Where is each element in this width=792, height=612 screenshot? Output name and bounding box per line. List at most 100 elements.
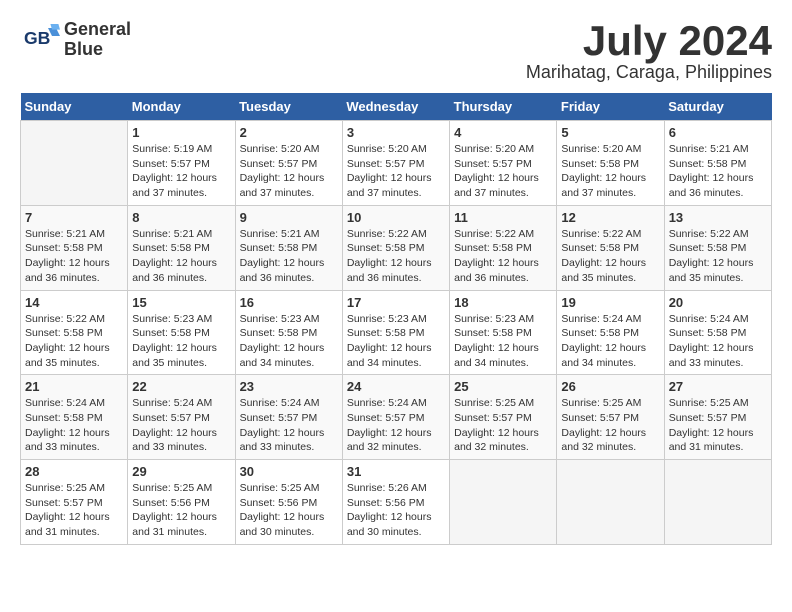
table-row: 12Sunrise: 5:22 AMSunset: 5:58 PMDayligh… — [557, 205, 664, 290]
table-row: 13 Sunrise: 5:22 AMSunset: 5:58 PMDayligh… — [664, 205, 771, 290]
day-detail: Sunrise: 5:20 AMSunset: 5:57 PMDaylight:… — [454, 142, 552, 201]
day-detail: Sunrise: 5:24 AMSunset: 5:58 PMDaylight:… — [669, 312, 767, 371]
calendar-week-3: 14Sunrise: 5:22 AMSunset: 5:58 PMDayligh… — [21, 290, 772, 375]
day-detail: Sunrise: 5:20 AMSunset: 5:57 PMDaylight:… — [240, 142, 338, 201]
table-row: 16 Sunrise: 5:23 AMSunset: 5:58 PMDayligh… — [235, 290, 342, 375]
table-row — [557, 460, 664, 545]
day-number: 16 — [240, 295, 338, 310]
day-detail: Sunrise: 5:19 AMSunset: 5:57 PMDaylight:… — [132, 142, 230, 201]
table-row: 14Sunrise: 5:22 AMSunset: 5:58 PMDayligh… — [21, 290, 128, 375]
day-detail: Sunrise: 5:25 AMSunset: 5:57 PMDaylight:… — [561, 396, 659, 455]
day-number: 2 — [240, 125, 338, 140]
calendar-week-4: 21Sunrise: 5:24 AMSunset: 5:58 PMDayligh… — [21, 375, 772, 460]
table-row: 3 Sunrise: 5:20 AMSunset: 5:57 PMDaylight… — [342, 121, 449, 206]
table-row: 17 Sunrise: 5:23 AMSunset: 5:58 PMDayligh… — [342, 290, 449, 375]
day-detail: Sunrise: 5:23 AMSunset: 5:58 PMDaylight:… — [347, 312, 445, 371]
logo: G B General Blue — [20, 20, 131, 60]
header-monday: Monday — [128, 93, 235, 121]
day-number: 19 — [561, 295, 659, 310]
table-row — [450, 460, 557, 545]
header-tuesday: Tuesday — [235, 93, 342, 121]
table-row: 6 Sunrise: 5:21 AMSunset: 5:58 PMDaylight… — [664, 121, 771, 206]
day-detail: Sunrise: 5:23 AMSunset: 5:58 PMDaylight:… — [240, 312, 338, 371]
day-detail: Sunrise: 5:21 AMSunset: 5:58 PMDaylight:… — [240, 227, 338, 286]
day-detail: Sunrise: 5:21 AMSunset: 5:58 PMDaylight:… — [25, 227, 123, 286]
day-number: 1 — [132, 125, 230, 140]
table-row: 10 Sunrise: 5:22 AMSunset: 5:58 PMDayligh… — [342, 205, 449, 290]
day-number: 28 — [25, 464, 123, 479]
table-row: 31 Sunrise: 5:26 AMSunset: 5:56 PMDayligh… — [342, 460, 449, 545]
day-number: 20 — [669, 295, 767, 310]
logo-line2: Blue — [64, 40, 131, 60]
day-detail: Sunrise: 5:25 AMSunset: 5:57 PMDaylight:… — [25, 481, 123, 540]
day-detail: Sunrise: 5:24 AMSunset: 5:57 PMDaylight:… — [347, 396, 445, 455]
day-detail: Sunrise: 5:20 AMSunset: 5:58 PMDaylight:… — [561, 142, 659, 201]
day-detail: Sunrise: 5:22 AMSunset: 5:58 PMDaylight:… — [669, 227, 767, 286]
day-detail: Sunrise: 5:25 AMSunset: 5:56 PMDaylight:… — [132, 481, 230, 540]
day-number: 15 — [132, 295, 230, 310]
location-title: Marihatag, Caraga, Philippines — [526, 62, 772, 83]
table-row: 11Sunrise: 5:22 AMSunset: 5:58 PMDayligh… — [450, 205, 557, 290]
day-number: 9 — [240, 210, 338, 225]
table-row: 23 Sunrise: 5:24 AMSunset: 5:57 PMDayligh… — [235, 375, 342, 460]
logo-line1: General — [64, 20, 131, 40]
calendar-table: Sunday Monday Tuesday Wednesday Thursday… — [20, 93, 772, 545]
day-detail: Sunrise: 5:21 AMSunset: 5:58 PMDaylight:… — [132, 227, 230, 286]
table-row: 1 Sunrise: 5:19 AMSunset: 5:57 PMDaylight… — [128, 121, 235, 206]
day-number: 8 — [132, 210, 230, 225]
title-section: July 2024 Marihatag, Caraga, Philippines — [526, 20, 772, 83]
day-detail: Sunrise: 5:24 AMSunset: 5:57 PMDaylight:… — [132, 396, 230, 455]
day-number: 27 — [669, 379, 767, 394]
table-row: 22Sunrise: 5:24 AMSunset: 5:57 PMDayligh… — [128, 375, 235, 460]
day-detail: Sunrise: 5:22 AMSunset: 5:58 PMDaylight:… — [25, 312, 123, 371]
day-number: 6 — [669, 125, 767, 140]
day-number: 13 — [669, 210, 767, 225]
table-row: 7 Sunrise: 5:21 AMSunset: 5:58 PMDaylight… — [21, 205, 128, 290]
calendar-week-2: 7 Sunrise: 5:21 AMSunset: 5:58 PMDaylight… — [21, 205, 772, 290]
svg-text:B: B — [38, 28, 51, 48]
day-detail: Sunrise: 5:24 AMSunset: 5:58 PMDaylight:… — [561, 312, 659, 371]
table-row: 26Sunrise: 5:25 AMSunset: 5:57 PMDayligh… — [557, 375, 664, 460]
day-detail: Sunrise: 5:23 AMSunset: 5:58 PMDaylight:… — [132, 312, 230, 371]
svg-text:G: G — [24, 28, 38, 48]
header-wednesday: Wednesday — [342, 93, 449, 121]
logo-text: General Blue — [64, 20, 131, 60]
table-row: 4Sunrise: 5:20 AMSunset: 5:57 PMDaylight… — [450, 121, 557, 206]
table-row: 30Sunrise: 5:25 AMSunset: 5:56 PMDayligh… — [235, 460, 342, 545]
day-detail: Sunrise: 5:21 AMSunset: 5:58 PMDaylight:… — [669, 142, 767, 201]
day-number: 23 — [240, 379, 338, 394]
table-row — [664, 460, 771, 545]
day-detail: Sunrise: 5:22 AMSunset: 5:58 PMDaylight:… — [561, 227, 659, 286]
table-row: 29Sunrise: 5:25 AMSunset: 5:56 PMDayligh… — [128, 460, 235, 545]
day-number: 10 — [347, 210, 445, 225]
day-number: 25 — [454, 379, 552, 394]
table-row: 24Sunrise: 5:24 AMSunset: 5:57 PMDayligh… — [342, 375, 449, 460]
day-detail: Sunrise: 5:26 AMSunset: 5:56 PMDaylight:… — [347, 481, 445, 540]
table-row — [21, 121, 128, 206]
header-saturday: Saturday — [664, 93, 771, 121]
day-detail: Sunrise: 5:23 AMSunset: 5:58 PMDaylight:… — [454, 312, 552, 371]
day-number: 31 — [347, 464, 445, 479]
day-number: 5 — [561, 125, 659, 140]
table-row: 21Sunrise: 5:24 AMSunset: 5:58 PMDayligh… — [21, 375, 128, 460]
table-row: 27 Sunrise: 5:25 AMSunset: 5:57 PMDayligh… — [664, 375, 771, 460]
table-row: 5 Sunrise: 5:20 AMSunset: 5:58 PMDaylight… — [557, 121, 664, 206]
day-detail: Sunrise: 5:24 AMSunset: 5:58 PMDaylight:… — [25, 396, 123, 455]
calendar-week-1: 1 Sunrise: 5:19 AMSunset: 5:57 PMDaylight… — [21, 121, 772, 206]
table-row: 15 Sunrise: 5:23 AMSunset: 5:58 PMDayligh… — [128, 290, 235, 375]
day-detail: Sunrise: 5:22 AMSunset: 5:58 PMDaylight:… — [347, 227, 445, 286]
page-header: G B General Blue July 2024 Marihatag, Ca… — [20, 20, 772, 83]
day-detail: Sunrise: 5:20 AMSunset: 5:57 PMDaylight:… — [347, 142, 445, 201]
table-row: 2 Sunrise: 5:20 AMSunset: 5:57 PMDaylight… — [235, 121, 342, 206]
table-row: 18 Sunrise: 5:23 AMSunset: 5:58 PMDayligh… — [450, 290, 557, 375]
header-thursday: Thursday — [450, 93, 557, 121]
calendar-week-5: 28 Sunrise: 5:25 AMSunset: 5:57 PMDayligh… — [21, 460, 772, 545]
day-detail: Sunrise: 5:24 AMSunset: 5:57 PMDaylight:… — [240, 396, 338, 455]
day-number: 3 — [347, 125, 445, 140]
day-number: 18 — [454, 295, 552, 310]
day-number: 7 — [25, 210, 123, 225]
day-detail: Sunrise: 5:25 AMSunset: 5:57 PMDaylight:… — [454, 396, 552, 455]
day-number: 17 — [347, 295, 445, 310]
table-row: 25 Sunrise: 5:25 AMSunset: 5:57 PMDayligh… — [450, 375, 557, 460]
day-detail: Sunrise: 5:25 AMSunset: 5:57 PMDaylight:… — [669, 396, 767, 455]
